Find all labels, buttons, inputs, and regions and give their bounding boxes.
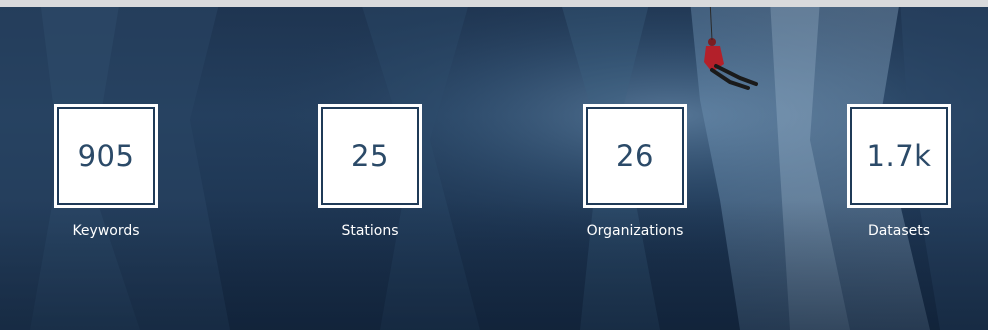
stat-label: Keywords xyxy=(72,223,140,239)
stats-row: 905 Keywords 25 Stations 26 Organization… xyxy=(0,0,988,330)
stat-stations[interactable]: 25 Stations xyxy=(300,104,440,239)
stat-value: 25 xyxy=(351,139,389,173)
stat-datasets[interactable]: 1.7k Datasets xyxy=(829,104,969,239)
stat-box: 25 xyxy=(318,104,422,208)
stat-value: 905 xyxy=(77,139,135,173)
stat-label: Organizations xyxy=(586,223,684,239)
stat-keywords[interactable]: 905 Keywords xyxy=(36,104,176,239)
stat-value: 1.7k xyxy=(866,139,932,173)
stat-box: 1.7k xyxy=(847,104,951,208)
stat-value: 26 xyxy=(616,139,654,173)
stat-box: 905 xyxy=(54,104,158,208)
top-bar xyxy=(0,0,988,7)
stat-box: 26 xyxy=(583,104,687,208)
hero-section: 905 Keywords 25 Stations 26 Organization… xyxy=(0,0,988,330)
stat-organizations[interactable]: 26 Organizations xyxy=(565,104,705,239)
stat-label: Datasets xyxy=(867,223,931,239)
stat-label: Stations xyxy=(341,223,399,239)
